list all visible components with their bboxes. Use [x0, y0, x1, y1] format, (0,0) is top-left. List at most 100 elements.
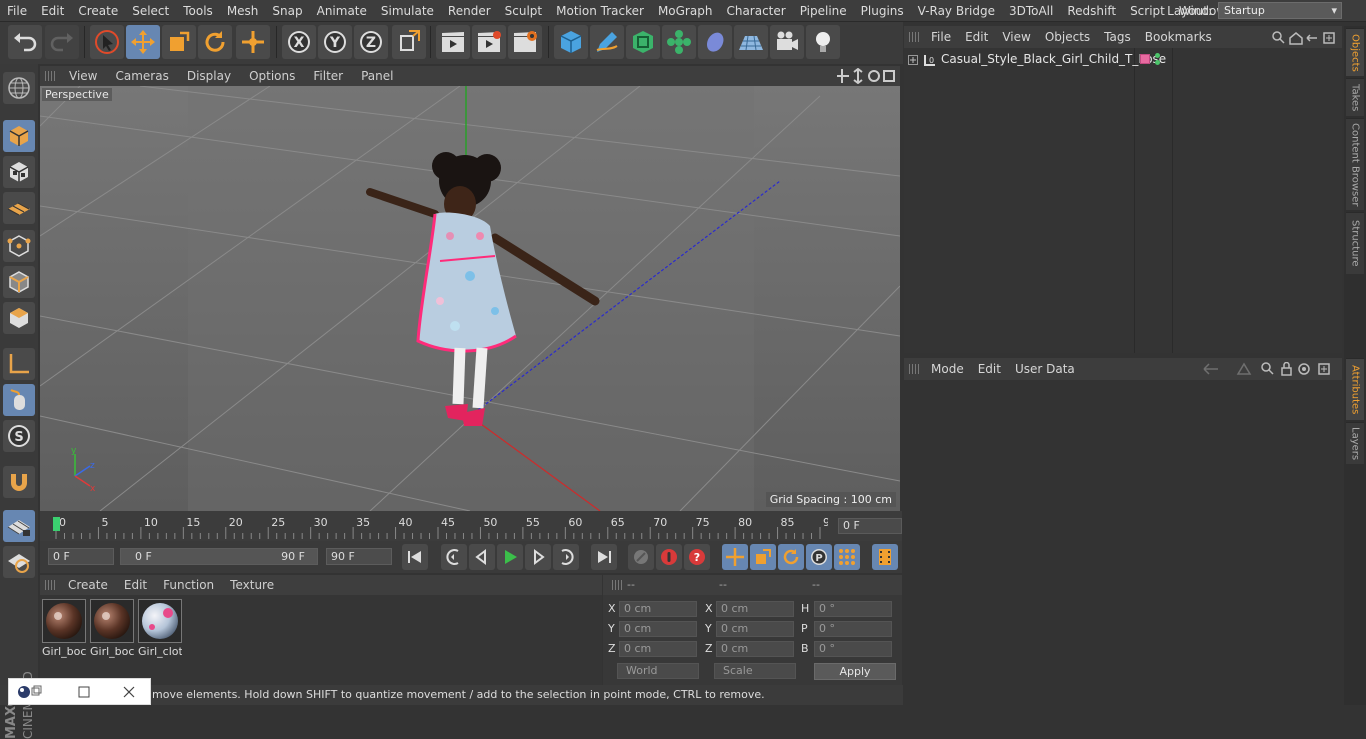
workplane-axis-button[interactable] [3, 546, 35, 578]
viewport-menu-cameras[interactable]: Cameras [106, 66, 177, 86]
object-menu-objects[interactable]: Objects [1038, 30, 1097, 44]
attribute-menu-edit[interactable]: Edit [971, 362, 1008, 376]
key-position-button[interactable] [722, 544, 748, 570]
object-name[interactable]: Casual_Style_Black_Girl_Child_T_Pose [941, 52, 1166, 66]
deformer-button[interactable] [698, 25, 732, 59]
y-axis-lock-button[interactable]: Y [318, 25, 352, 59]
transform-tool-button[interactable] [236, 25, 270, 59]
texture-mode-button[interactable] [3, 156, 35, 188]
menu-3dtoall[interactable]: 3DToAll [1002, 0, 1060, 22]
menu-create[interactable]: Create [71, 0, 125, 22]
rot-p-field[interactable]: 0 ° [814, 621, 892, 637]
z-axis-lock-button[interactable]: Z [354, 25, 388, 59]
key-parameter-button[interactable]: P [806, 544, 832, 570]
attribute-menu-user-data[interactable]: User Data [1008, 362, 1082, 376]
floor-button[interactable] [734, 25, 768, 59]
object-row[interactable]: 0 Casual_Style_Black_Girl_Child_T_Pose [904, 50, 1342, 70]
live-selection-button[interactable] [90, 25, 124, 59]
start-frame-field[interactable]: 0 F [48, 548, 114, 565]
menu-motion-tracker[interactable]: Motion Tracker [549, 0, 651, 22]
pos-y-field[interactable]: 0 cm [619, 621, 697, 637]
render-picture-viewer-button[interactable] [472, 25, 506, 59]
menu-edit[interactable]: Edit [34, 0, 71, 22]
menu-character[interactable]: Character [719, 0, 792, 22]
menu-mograph[interactable]: MoGraph [651, 0, 720, 22]
key-rotation-button[interactable] [778, 544, 804, 570]
3d-viewport[interactable]: y z x Perspective Grid Spacing : 100 cm [40, 86, 900, 511]
tab-attributes[interactable]: Attributes [1346, 358, 1364, 420]
move-tool-button[interactable] [126, 25, 160, 59]
cloner-button[interactable] [662, 25, 696, 59]
render-view-button[interactable] [436, 25, 470, 59]
current-frame-field[interactable]: 0 F [838, 518, 902, 534]
menu-file[interactable]: File [0, 0, 34, 22]
next-frame-button[interactable] [525, 544, 551, 570]
menu-v-ray-bridge[interactable]: V-Ray Bridge [911, 0, 1002, 22]
edges-mode-button[interactable] [3, 266, 35, 298]
menu-script[interactable]: Script [1123, 0, 1172, 22]
light-button[interactable] [806, 25, 840, 59]
viewport-nav-icons[interactable] [836, 68, 896, 84]
points-mode-button[interactable] [3, 230, 35, 262]
object-list[interactable]: 0 Casual_Style_Black_Girl_Child_T_Pose [904, 48, 1342, 353]
material-item[interactable]: Girl_boc [42, 599, 86, 659]
material-menu-edit[interactable]: Edit [116, 575, 155, 595]
make-editable-button[interactable] [3, 72, 35, 104]
object-menu-tags[interactable]: Tags [1097, 30, 1138, 44]
layout-select[interactable]: Startup [1218, 2, 1342, 19]
material-menu-function[interactable]: Function [155, 575, 222, 595]
scale-tool-button[interactable] [162, 25, 196, 59]
scale-dropdown[interactable]: Scale [714, 663, 796, 679]
polygons-mode-button[interactable] [3, 302, 35, 334]
camera-button[interactable] [770, 25, 804, 59]
world-dropdown[interactable]: World [617, 663, 699, 679]
rot-h-field[interactable]: 0 ° [814, 601, 892, 617]
expand-icon[interactable] [908, 55, 918, 65]
viewport-menu-display[interactable]: Display [178, 66, 240, 86]
menu-render[interactable]: Render [441, 0, 498, 22]
go-to-end-button[interactable] [591, 544, 617, 570]
material-item[interactable]: Girl_boc [90, 599, 134, 659]
menu-plugins[interactable]: Plugins [854, 0, 911, 22]
menu-tools[interactable]: Tools [176, 0, 220, 22]
end-frame-field[interactable]: 90 F [326, 548, 392, 565]
snap-button[interactable] [3, 466, 35, 498]
axis-mode-button[interactable] [3, 348, 35, 380]
workplane-lock-button[interactable] [3, 510, 35, 542]
playhead[interactable] [53, 517, 60, 531]
workplane-mode-button[interactable] [3, 192, 35, 224]
rot-b-field[interactable]: 0 ° [814, 641, 892, 657]
maximize-icon[interactable] [79, 687, 89, 697]
timeline-ruler[interactable]: 051015202530354045505560657075808590 [48, 515, 828, 539]
tab-structure[interactable]: Structure [1346, 212, 1364, 274]
solo-button[interactable]: S [3, 420, 35, 452]
viewport-menu-filter[interactable]: Filter [304, 66, 352, 86]
render-settings-button[interactable] [508, 25, 542, 59]
rotate-tool-button[interactable] [198, 25, 232, 59]
cube-primitive-button[interactable] [554, 25, 588, 59]
subdivision-surface-button[interactable] [626, 25, 660, 59]
object-manager-icons[interactable] [1272, 31, 1338, 45]
play-button[interactable] [497, 544, 523, 570]
tab-objects[interactable]: Objects [1346, 28, 1364, 76]
previous-frame-button[interactable] [469, 544, 495, 570]
size-y-field[interactable]: 0 cm [716, 621, 794, 637]
tab-takes[interactable]: Takes [1346, 78, 1364, 116]
timeline-window-button[interactable] [872, 544, 898, 570]
frame-range-slider[interactable]: 0 F 90 F [120, 548, 318, 565]
size-x-field[interactable]: 0 cm [716, 601, 794, 617]
render-visibility-dot[interactable] [1155, 60, 1160, 65]
x-axis-lock-button[interactable]: X [282, 25, 316, 59]
menu-redshift[interactable]: Redshift [1060, 0, 1123, 22]
menu-sculpt[interactable]: Sculpt [498, 0, 549, 22]
previous-key-button[interactable] [441, 544, 467, 570]
menu-pipeline[interactable]: Pipeline [793, 0, 854, 22]
undo-button[interactable] [8, 25, 42, 59]
pen-tool-button[interactable] [590, 25, 624, 59]
menu-animate[interactable]: Animate [310, 0, 374, 22]
editor-visibility-dot[interactable] [1155, 53, 1160, 58]
apply-button[interactable]: Apply [814, 663, 896, 680]
object-menu-view[interactable]: View [995, 30, 1037, 44]
material-menu-create[interactable]: Create [60, 575, 116, 595]
model-mode-button[interactable] [3, 120, 35, 152]
